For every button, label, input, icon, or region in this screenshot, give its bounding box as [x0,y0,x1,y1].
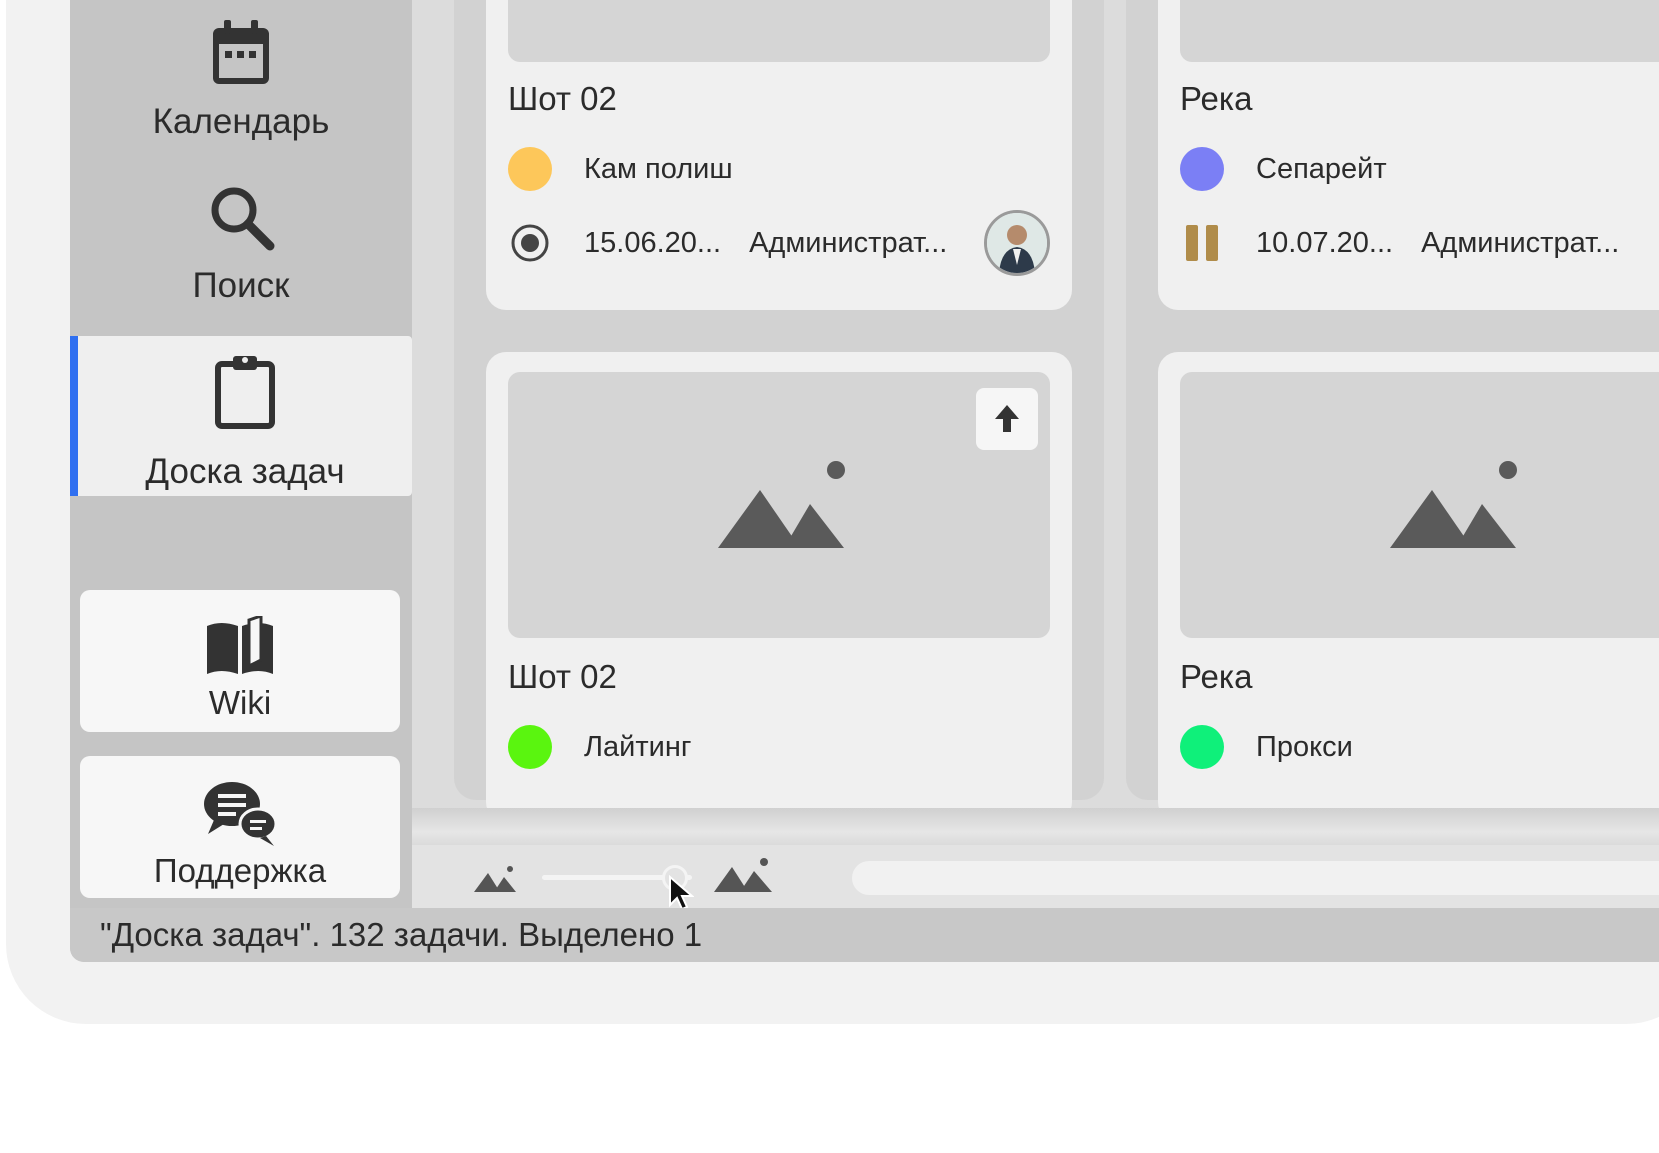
image-placeholder [1180,0,1659,62]
sidebar-item-label: Поиск [192,266,290,305]
status-row: Сепарейт [1180,144,1659,194]
status-bar: "Доска задач". 132 задачи. Выделено 1 [70,908,1659,962]
bottom-toolbar [412,845,1659,911]
task-card[interactable]: Река Прокси [1158,352,1659,822]
sidebar: Календарь Поиск Доска задач Wiki Поддерж… [70,0,412,910]
arrow-up-icon [995,405,1019,432]
status-label: Лайтинг [584,730,692,763]
image-placeholder [1180,372,1659,638]
sidebar-item-calendar[interactable]: Календарь [70,18,412,168]
sidebar-item-search[interactable]: Поиск [70,182,412,322]
board-bottom-edge [412,808,1659,848]
card-title: Шот 02 [508,658,617,695]
task-card[interactable]: Шот 02 Кам полиш 15.06.20... Администрат… [486,0,1072,310]
support-label: Поддержка [153,852,327,889]
wiki-button[interactable]: Wiki [80,590,400,732]
due-date: 10.07.20... [1256,226,1394,259]
assignee-name: Администрат... [749,226,948,259]
status-row: Лайтинг [508,722,1050,772]
status-dot [1180,725,1224,769]
zoom-in-icon[interactable] [714,857,774,893]
calendar-icon [213,20,269,84]
image-placeholder [508,372,1050,638]
board-column: Шот 02 Кам полиш 15.06.20... Администрат… [454,0,1104,822]
task-card[interactable]: Река Сепарейт 10.07.20... Администрат... [1158,0,1659,310]
status-text: "Доска задач". 132 задачи. Выделено 1 [100,916,703,953]
task-board: Шот 02 Кам полиш 15.06.20... Администрат… [412,0,1659,822]
card-title: Шот 02 [508,80,617,117]
image-icon [718,461,845,548]
cursor-icon [669,875,694,911]
status-label: Прокси [1256,730,1353,763]
status-label: Кам полиш [584,152,733,185]
meta-row: 15.06.20... Администрат... [508,210,1050,276]
card-title: Река [1180,80,1253,117]
board-column: Река Сепарейт 10.07.20... Администрат... [1126,0,1659,822]
status-row: Прокси [1180,722,1659,772]
pause-icon [1186,225,1218,261]
radio-on-icon [511,224,549,262]
chat-icon [204,782,278,846]
status-dot [1180,147,1224,191]
upload-button[interactable] [976,388,1038,450]
image-placeholder [508,0,1050,62]
status-dot [508,725,552,769]
card-title: Река [1180,658,1253,695]
wiki-label: Wiki [208,684,272,721]
meta-row: 10.07.20... Администрат... [1180,218,1659,268]
sidebar-item-label: Календарь [152,102,330,141]
assignee-name: Администрат... [1421,226,1620,259]
status-label: Сепарейт [1256,152,1387,185]
sidebar-item-task-board[interactable]: Доска задач [70,336,412,496]
image-icon [1390,461,1517,548]
search-icon [211,187,275,251]
person-icon [987,213,1047,273]
due-date: 15.06.20... [584,226,722,259]
sidebar-item-label: Доска задач [145,452,345,491]
zoom-out-icon[interactable] [474,865,518,893]
horizontal-scrollbar[interactable] [852,861,1659,895]
avatar[interactable] [984,210,1050,276]
status-row: Кам полиш [508,144,1050,194]
status-dot [508,147,552,191]
app-window: Календарь Поиск Доска задач Wiki Поддерж… [70,0,1659,962]
clipboard-icon [215,356,275,429]
book-icon [207,613,273,674]
support-button[interactable]: Поддержка [80,756,400,898]
task-card[interactable]: Шот 02 Лайтинг [486,352,1072,822]
